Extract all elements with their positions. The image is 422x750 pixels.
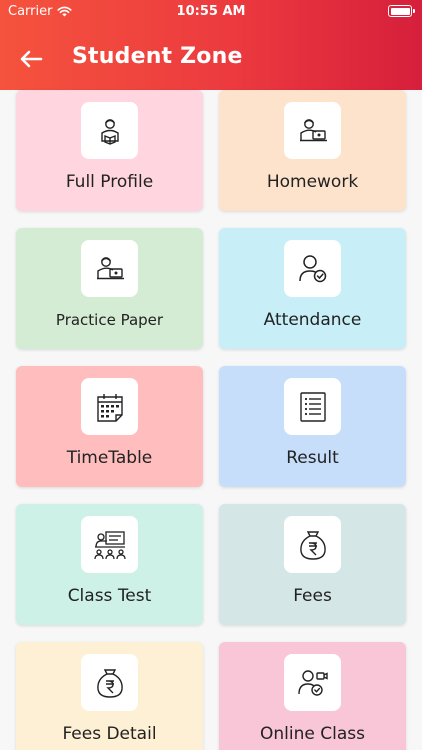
page-title: Student Zone [72,44,243,69]
tile-icon-box [284,378,341,435]
status-bar: Carrier 10:55 AM [0,0,422,24]
tile-class-test[interactable]: Class Test [16,504,203,625]
rupee-bag-icon [96,668,123,698]
tile-fees-detail[interactable]: Fees Detail [16,642,203,750]
tile-result[interactable]: Result [219,366,406,487]
tile-icon-box [284,240,341,297]
rupee-bag-icon [299,530,326,560]
tile-icon-box [81,516,138,573]
tile-label: Fees Detail [62,724,157,744]
tile-label: Homework [266,172,359,192]
tile-timetable[interactable]: TimeTable [16,366,203,487]
tile-label: Online Class [260,724,365,744]
tile-label: TimeTable [66,448,153,468]
video-user-icon [297,669,328,696]
tile-label: Full Profile [65,172,154,192]
tile-icon-box [81,240,138,297]
student-laptop-icon [96,256,124,279]
user-check-icon [298,254,326,282]
tile-icon-box [81,378,138,435]
battery-icon [388,5,415,17]
tile-icon-box [81,102,138,159]
back-arrow-icon [20,50,43,68]
tile-practice-paper[interactable]: Practice Paper [16,228,203,349]
tile-icon-box [81,654,138,711]
app-header: Carrier 10:55 AM Student Zone [0,0,422,90]
tile-full-profile[interactable]: Full Profile [16,90,203,211]
tile-icon-box [284,516,341,573]
classroom-icon [93,530,126,559]
tile-label: Fees [293,586,332,606]
calendar-icon [96,393,123,422]
tile-online-class[interactable]: Online Class [219,642,406,750]
student-reading-icon [100,118,119,145]
tile-label: Practice Paper [55,311,164,329]
tile-icon-box [284,102,341,159]
back-button[interactable] [18,46,44,72]
tile-attendance[interactable]: Attendance [219,228,406,349]
tile-label: Class Test [67,586,152,606]
tile-label: Attendance [263,310,362,330]
student-laptop-icon [299,118,327,141]
tile-homework[interactable]: Homework [219,90,406,211]
tile-icon-box [284,654,341,711]
tile-fees[interactable]: Fees [219,504,406,625]
tile-label: Result [286,448,339,468]
list-document-icon [299,391,326,422]
status-time: 10:55 AM [176,4,246,19]
